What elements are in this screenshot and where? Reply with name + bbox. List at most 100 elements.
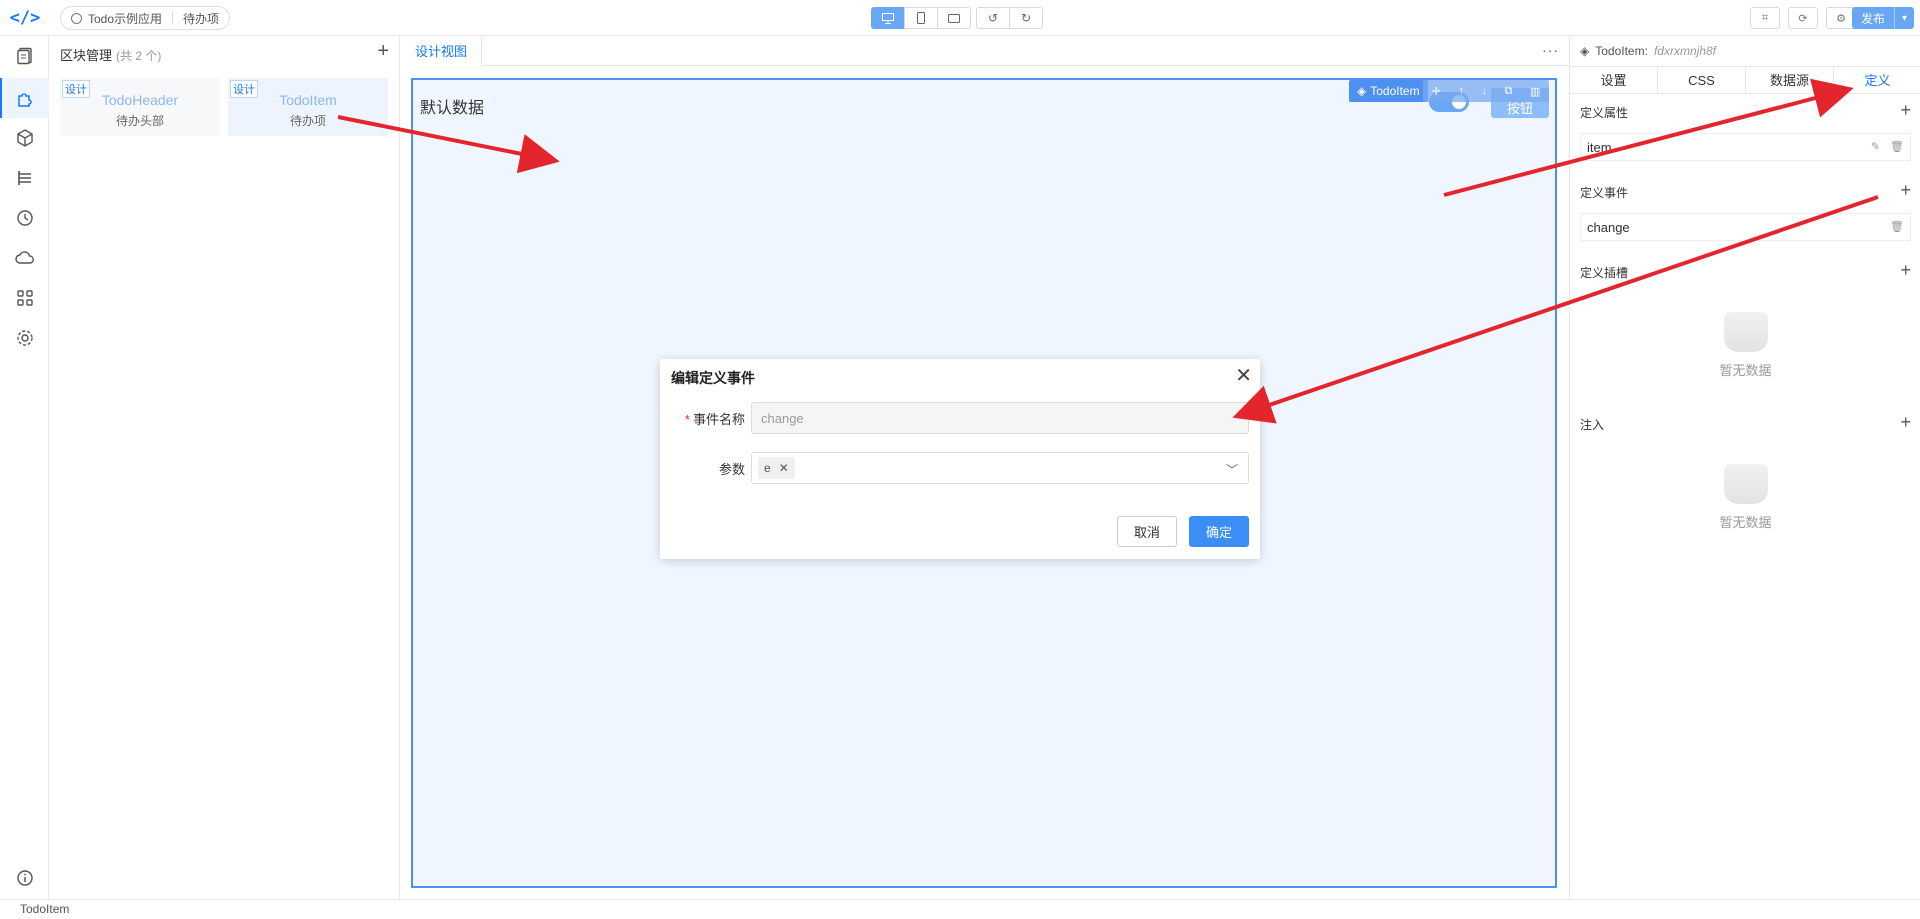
- move-icon[interactable]: ✛: [1432, 85, 1441, 98]
- publish-dropdown[interactable]: ▾: [1894, 7, 1914, 29]
- event-name-input[interactable]: change: [751, 402, 1249, 434]
- inject-empty: 暂无数据: [1570, 464, 1920, 531]
- add-inject-button[interactable]: +: [1900, 412, 1911, 433]
- trash-icon[interactable]: 🗑: [1890, 220, 1904, 233]
- settings-nav[interactable]: [0, 318, 49, 358]
- mobile-view-button[interactable]: [904, 7, 938, 29]
- section-title: 注入: [1580, 418, 1605, 432]
- empty-text: 暂无数据: [1719, 363, 1772, 378]
- back-icon: [71, 12, 82, 24]
- block-desc: 待办项: [289, 114, 326, 128]
- empty-box-icon: [1723, 312, 1768, 352]
- history-nav[interactable]: [0, 198, 49, 238]
- empty-text: 暂无数据: [1719, 515, 1772, 530]
- panel-title-text: 区块管理: [60, 48, 113, 63]
- section-inject: 注入 +: [1580, 412, 1911, 433]
- app-name: Todo示例应用: [88, 11, 163, 26]
- pages-icon: [16, 47, 32, 65]
- gear-icon: ⚙: [1836, 12, 1846, 25]
- component-header: ◈ TodoItem: fdxrxmnjh8f: [1580, 44, 1716, 58]
- chip-close-icon[interactable]: ✕: [779, 461, 789, 475]
- app-root: </> Todo示例应用 待办项 ↺ ↻ ⌗ ⟳ ⚙ 发布 ▾ 区块管理 (共 …: [0, 0, 1920, 919]
- chevron-down-icon: ▾: [1901, 12, 1908, 24]
- prop-row[interactable]: item ✎ 🗑: [1580, 133, 1911, 161]
- right-tools: ⌗ ⟳ ⚙: [1750, 7, 1856, 29]
- add-prop-button[interactable]: +: [1900, 100, 1911, 121]
- property-tabs: 设置 CSS 数据源 定义: [1570, 66, 1920, 94]
- puzzle-icon: [17, 93, 32, 107]
- tab-settings[interactable]: 设置: [1570, 67, 1658, 93]
- close-icon[interactable]: ✕: [1235, 363, 1252, 388]
- block-card-todoheader[interactable]: 设计 TodoHeader 待办头部: [60, 78, 220, 136]
- tab-css[interactable]: CSS: [1658, 67, 1746, 93]
- empty-box-icon: [1723, 464, 1768, 504]
- param-chip-text: e: [764, 461, 771, 475]
- undo-icon: ↺: [987, 11, 999, 25]
- gear-icon: [16, 330, 33, 346]
- cloud-api-icon: [14, 251, 34, 264]
- tab-definition[interactable]: 定义: [1834, 67, 1920, 93]
- confirm-button[interactable]: 确定: [1189, 516, 1249, 547]
- panel-title: 区块管理 (共 2 个): [60, 45, 161, 64]
- event-name-label: * 事件名称: [685, 409, 745, 428]
- cancel-button[interactable]: 取消: [1117, 516, 1177, 547]
- row-actions: 🗑: [1890, 220, 1904, 233]
- screenshot-button[interactable]: ⌗: [1750, 7, 1780, 29]
- block-count: (共 2 个): [116, 49, 162, 63]
- components-nav[interactable]: [0, 118, 49, 158]
- delete-icon[interactable]: ▥: [1530, 85, 1540, 98]
- component-id: fdxrxmnjh8f: [1653, 44, 1716, 58]
- add-block-button[interactable]: +: [377, 40, 389, 63]
- trash-icon[interactable]: 🗑: [1890, 140, 1904, 153]
- blocks-nav[interactable]: [0, 78, 49, 118]
- chevron-down-icon: ﹀: [1225, 463, 1238, 477]
- event-name: change: [1587, 219, 1630, 235]
- cube-icon: [16, 129, 33, 147]
- tab-design-view[interactable]: 设计视图: [401, 36, 483, 66]
- mobile-icon: [917, 12, 925, 24]
- apps-nav[interactable]: [0, 278, 49, 318]
- refresh-button[interactable]: ⟳: [1788, 7, 1818, 29]
- edit-icon[interactable]: ✎: [1871, 140, 1880, 153]
- tablet-view-button[interactable]: [937, 7, 971, 29]
- event-name-label-text: 事件名称: [692, 412, 745, 427]
- about-nav[interactable]: [0, 858, 49, 898]
- block-name: TodoHeader: [101, 92, 179, 108]
- history-icon: [16, 210, 33, 226]
- publish-split-button: 发布 ▾: [1852, 7, 1914, 29]
- undo-button[interactable]: ↺: [976, 7, 1010, 29]
- logo-icon[interactable]: </>: [10, 6, 41, 30]
- block-card-todoitem[interactable]: 设计 TodoItem 待办项: [228, 78, 388, 136]
- outline-nav[interactable]: [0, 158, 49, 198]
- history-controls: ↺ ↻: [976, 7, 1043, 29]
- params-select[interactable]: e ✕ ﹀: [751, 452, 1249, 484]
- api-nav[interactable]: [0, 238, 49, 278]
- redo-button[interactable]: ↻: [1009, 7, 1043, 29]
- component-name: TodoItem:: [1595, 44, 1648, 58]
- tablet-icon: [948, 13, 960, 23]
- more-icon[interactable]: ···: [1542, 42, 1559, 58]
- layers-icon: ◈: [1580, 44, 1590, 58]
- add-slot-button[interactable]: +: [1900, 260, 1911, 281]
- event-row[interactable]: change 🗑: [1580, 213, 1911, 241]
- app-breadcrumb[interactable]: Todo示例应用 待办项: [60, 6, 231, 30]
- default-data-text[interactable]: 默认数据: [420, 94, 484, 118]
- arrow-up-icon[interactable]: ↑: [1458, 85, 1464, 97]
- tab-datasource[interactable]: 数据源: [1746, 67, 1834, 93]
- pages-nav[interactable]: [0, 36, 49, 76]
- add-event-button[interactable]: +: [1900, 180, 1911, 201]
- divider: [172, 11, 174, 25]
- section-title: 定义事件: [1580, 186, 1629, 200]
- canvas-tabbar: 设计视图 ···: [401, 36, 1569, 66]
- tree-icon: [17, 171, 31, 185]
- refresh-icon: ⟳: [1798, 12, 1808, 25]
- selection-label[interactable]: ◈ TodoItem: [1349, 80, 1428, 102]
- params-label: 参数: [718, 462, 745, 477]
- desktop-view-button[interactable]: [871, 7, 905, 29]
- redo-icon: ↻: [1020, 11, 1032, 25]
- page-name: 待办项: [183, 11, 220, 26]
- publish-button[interactable]: 发布: [1852, 7, 1894, 29]
- copy-icon[interactable]: ⧉: [1504, 85, 1512, 98]
- arrow-down-icon[interactable]: ↓: [1481, 85, 1487, 97]
- selection-toolbar: ✛ ↑ ↓ ⧉ ▥: [1423, 80, 1549, 102]
